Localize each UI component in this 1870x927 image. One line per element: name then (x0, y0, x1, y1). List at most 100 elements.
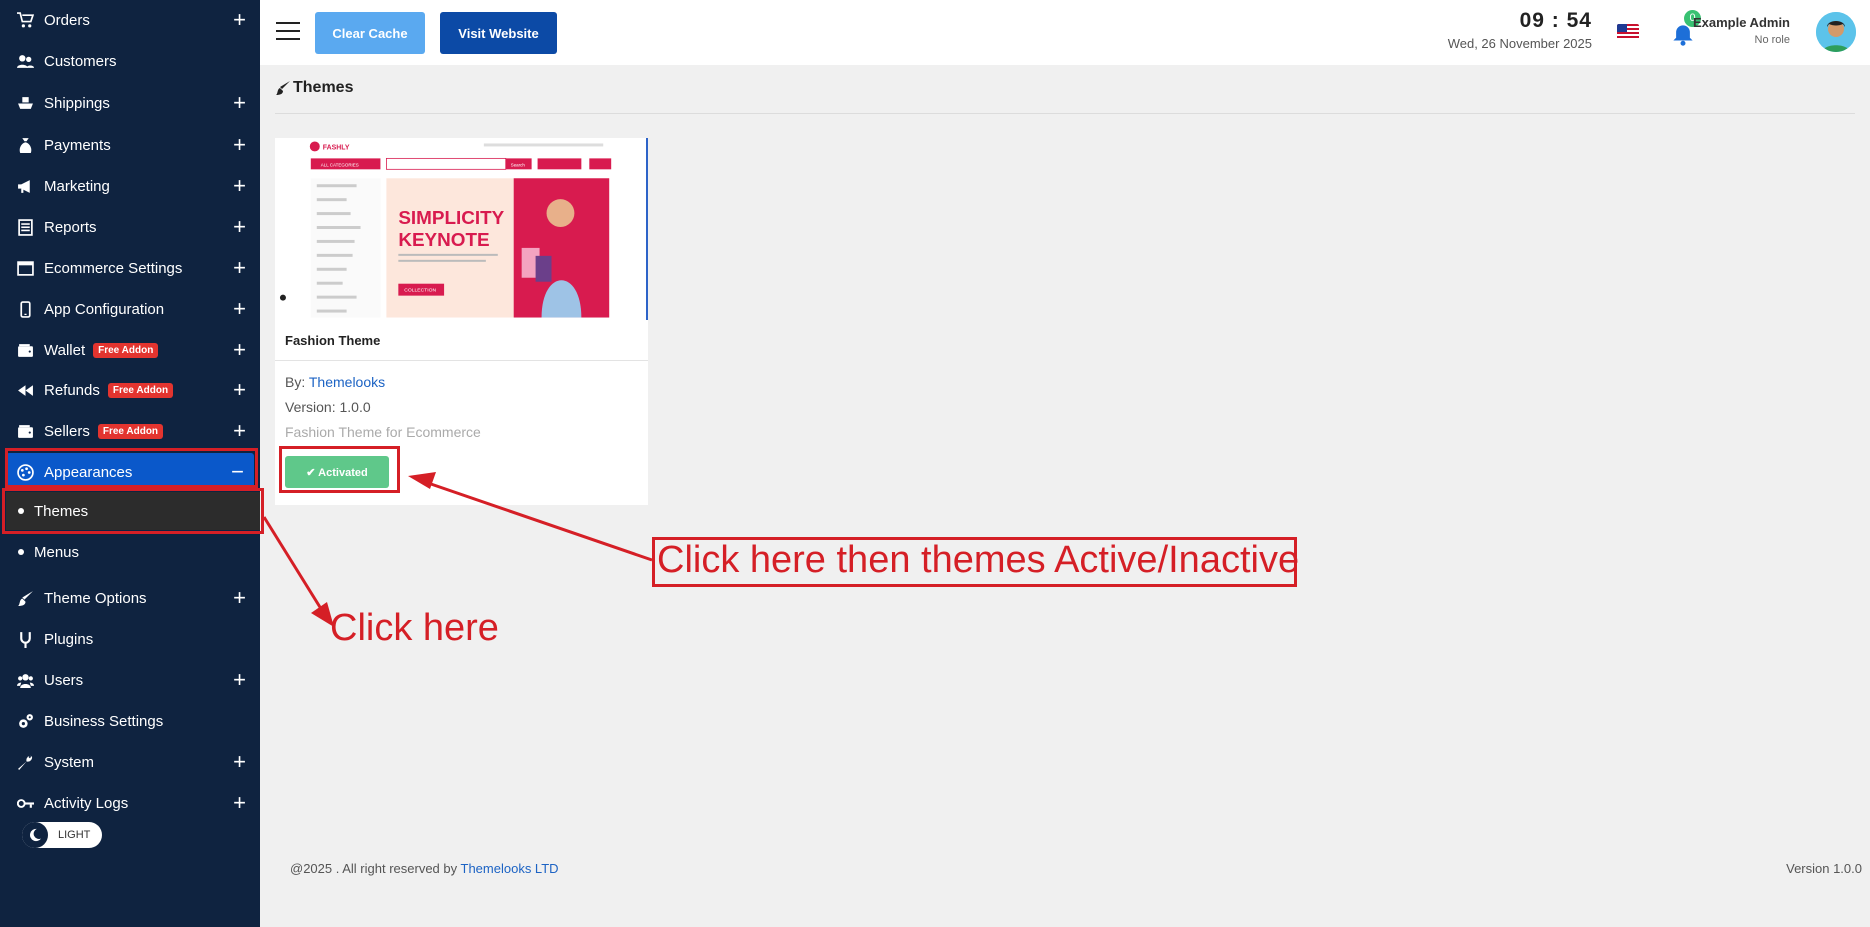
sidebar-item-shippings[interactable]: Shippings + (0, 84, 260, 122)
annotation-instruction: Click here then themes Active/Inactive (657, 539, 1300, 581)
sidebar-item-business-settings[interactable]: Business Settings (0, 702, 260, 740)
sidebar-subitem-label: Menus (34, 543, 80, 561)
free-addon-badge: Free Addon (107, 382, 174, 398)
sidebar-item-label: Activity Logs (44, 794, 129, 812)
megaphone-icon (14, 177, 36, 195)
expand-plus-icon[interactable]: + (233, 420, 246, 442)
mobile-icon (14, 300, 36, 318)
top-header: Clear Cache Visit Website 09 : 54 Wed, 2… (260, 0, 1870, 65)
toggle-label: LIGHT (58, 829, 91, 841)
sidebar-item-sellers[interactable]: Sellers Free Addon + (0, 412, 260, 450)
sidebar-item-label: Ecommerce Settings (44, 259, 183, 277)
sidebar-item-customers[interactable]: Customers (0, 42, 260, 80)
brush-icon (14, 589, 36, 607)
ship-icon (14, 94, 36, 112)
sidebar-item-plugins[interactable]: Plugins (0, 620, 260, 658)
theme-author-link[interactable]: Themelooks (309, 374, 385, 390)
customers-icon (14, 52, 36, 70)
expand-plus-icon[interactable]: + (233, 792, 246, 814)
sidebar-item-label: Marketing (44, 177, 110, 195)
expand-plus-icon[interactable]: + (233, 9, 246, 31)
backward-icon (14, 381, 36, 399)
free-addon-badge: Free Addon (97, 423, 164, 439)
page-title-text: Themes (293, 79, 354, 96)
expand-plus-icon[interactable]: + (233, 379, 246, 401)
us-flag-icon[interactable] (1617, 24, 1639, 40)
cart-icon (14, 11, 36, 29)
page-title: Themes (275, 79, 353, 97)
report-icon (14, 218, 36, 236)
sidebar-item-orders[interactable]: Orders + (0, 1, 260, 39)
sidebar-item-payments[interactable]: Payments + (0, 126, 260, 164)
by-label: By: (285, 374, 306, 390)
sidebar-item-ecommerce-settings[interactable]: Ecommerce Settings + (0, 249, 260, 287)
company-link[interactable]: Themelooks LTD (461, 861, 559, 876)
expand-plus-icon[interactable]: + (233, 175, 246, 197)
sidebar-item-reports[interactable]: Reports + (0, 208, 260, 246)
sidebar-item-label: Business Settings (44, 712, 164, 730)
sidebar-item-marketing[interactable]: Marketing + (0, 167, 260, 205)
wallet-icon (14, 422, 36, 440)
sidebar-item-users[interactable]: Users + (0, 661, 260, 699)
preview-hero-title-2: KEYNOTE (398, 230, 489, 251)
sidebar-item-label: Sellers (44, 422, 90, 440)
preview-hero-title-1: SIMPLICITY (398, 208, 504, 229)
card-divider (275, 360, 648, 361)
expand-plus-icon[interactable]: + (233, 751, 246, 773)
expand-plus-icon[interactable]: + (233, 587, 246, 609)
footer-version: Version 1.0.0 (1786, 861, 1862, 876)
copyright-text: @2025 . All right reserved by (290, 861, 458, 876)
expand-plus-icon[interactable]: + (233, 134, 246, 156)
clear-cache-button[interactable]: Clear Cache (315, 12, 425, 54)
theme-preview-image[interactable]: FASHLY ALL CATEGORIES Search SIMPLICITY … (275, 138, 648, 320)
expand-plus-icon[interactable]: + (233, 257, 246, 279)
money-bag-icon (14, 136, 36, 154)
clock-date: Wed, 26 November 2025 (1447, 36, 1592, 51)
annotation-box-activated (279, 446, 400, 493)
sidebar-item-label: Theme Options (44, 589, 147, 607)
theme-name: Fashion Theme (285, 333, 381, 348)
users-icon (14, 671, 36, 689)
annotation-box-appearances (5, 448, 258, 488)
bullet-icon (18, 549, 24, 555)
key-icon (14, 794, 36, 812)
arrow-line-click-here (262, 516, 325, 613)
plug-icon (14, 630, 36, 648)
expand-plus-icon[interactable]: + (233, 298, 246, 320)
light-dark-toggle[interactable]: LIGHT (22, 822, 102, 848)
sidebar-item-label: Orders (44, 11, 90, 29)
sidebar-item-label: Wallet (44, 341, 86, 359)
theme-version: Version: 1.0.0 (285, 399, 371, 415)
clock: 09 : 54 Wed, 26 November 2025 (1448, 9, 1592, 51)
sidebar-item-wallet[interactable]: Wallet Free Addon + (0, 331, 260, 369)
preview-category-button: ALL CATEGORIES (321, 162, 359, 167)
sidebar-item-label: Shippings (44, 94, 110, 112)
window-icon (14, 259, 36, 277)
annotation-box-themes (2, 488, 264, 534)
expand-plus-icon[interactable]: + (233, 339, 246, 361)
clock-time: 09 : 54 (1519, 9, 1592, 32)
preview-search-button: Search (511, 162, 526, 167)
hamburger-menu-icon[interactable] (276, 22, 300, 42)
preview-hero-cta: COLLECTION (404, 288, 436, 294)
sidebar-item-refunds[interactable]: Refunds Free Addon + (0, 371, 260, 409)
free-addon-badge: Free Addon (93, 342, 159, 358)
user-menu[interactable]: Example Admin No role (1693, 15, 1790, 46)
expand-plus-icon[interactable]: + (233, 216, 246, 238)
avatar[interactable] (1816, 12, 1856, 52)
visit-website-button[interactable]: Visit Website (440, 12, 557, 54)
sidebar-item-app-configuration[interactable]: App Configuration + (0, 290, 260, 328)
sidebar-item-system[interactable]: System + (0, 743, 260, 781)
sidebar-item-activity-logs[interactable]: Activity Logs + (0, 784, 260, 822)
preview-brand: FASHLY (323, 144, 350, 151)
brush-icon (276, 81, 290, 95)
sidebar-item-theme-options[interactable]: Theme Options + (0, 579, 260, 617)
sidebar-item-label: App Configuration (44, 300, 165, 318)
user-role: No role (1754, 34, 1790, 46)
expand-plus-icon[interactable]: + (233, 669, 246, 691)
sidebar-subitem-menus[interactable]: Menus (0, 533, 260, 571)
expand-plus-icon[interactable]: + (233, 92, 246, 114)
footer-copyright: @2025 . All right reserved by Themelooks… (290, 861, 559, 876)
sidebar-item-label: Reports (44, 218, 97, 236)
wallet-icon (14, 341, 36, 359)
